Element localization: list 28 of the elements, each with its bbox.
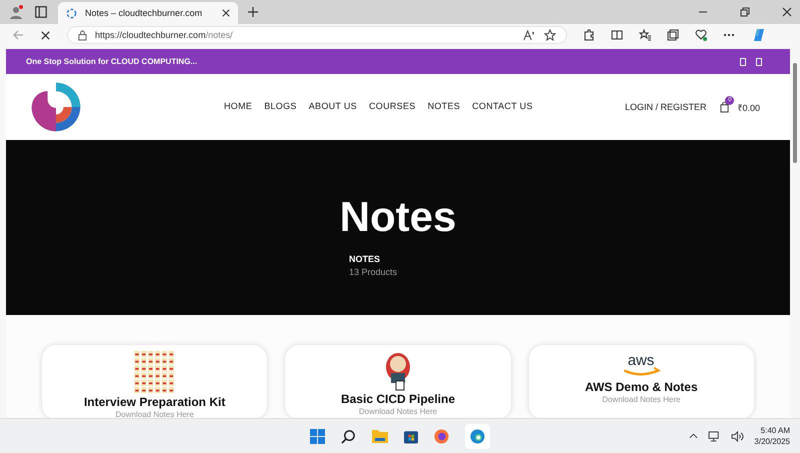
tagline: One Stop Solution for CLOUD COMPUTING... [26, 57, 198, 66]
product-card[interactable]: Interview Preparation Kit Download Notes Here [42, 345, 268, 418]
card-subtitle: Download Notes Here [116, 410, 194, 418]
cart-total: ₹0.00 [737, 102, 760, 114]
card-subtitle: Download Notes Here [602, 395, 680, 404]
product-card[interactable]: Basic CICD Pipeline Download Notes Here [285, 345, 511, 418]
nav-link[interactable]: CONTACT US [472, 101, 533, 113]
nav-link[interactable]: NOTES [428, 101, 460, 113]
card-title: Basic CICD Pipeline [340, 392, 456, 406]
card-title: AWS Demo & Notes [584, 380, 698, 394]
aws-logo: aws [619, 351, 664, 379]
card-title: Interview Preparation Kit [84, 395, 226, 409]
product-count: 13 Products [348, 267, 398, 277]
login-link[interactable]: LOGIN / REGISTER [624, 102, 706, 112]
nav-link[interactable]: ABOUT US [308, 101, 357, 113]
nav-link[interactable]: COURSES [368, 101, 416, 113]
clock[interactable]: 5:40 AM 3/20/2025 [754, 426, 790, 446]
card-subtitle: Download Notes Here [358, 407, 438, 416]
nav-link[interactable]: HOME [224, 101, 252, 113]
tab-title: Notes – cloudtechburner.com [85, 8, 204, 18]
nav-link[interactable]: BLOGS [264, 101, 297, 113]
address-field[interactable]: https://cloudtechburner.com/notes/ [67, 26, 567, 44]
category-label: NOTES [348, 254, 381, 264]
page-heading: Notes [340, 196, 456, 238]
browser-tab[interactable]: Notes – cloudtechburner.com [58, 2, 238, 24]
product-card[interactable]: aws AWS Demo & Notes Download Notes Here [528, 345, 754, 418]
clock-time: 5:40 AM [760, 426, 790, 435]
clock-date: 3/20/2025 [754, 437, 790, 446]
